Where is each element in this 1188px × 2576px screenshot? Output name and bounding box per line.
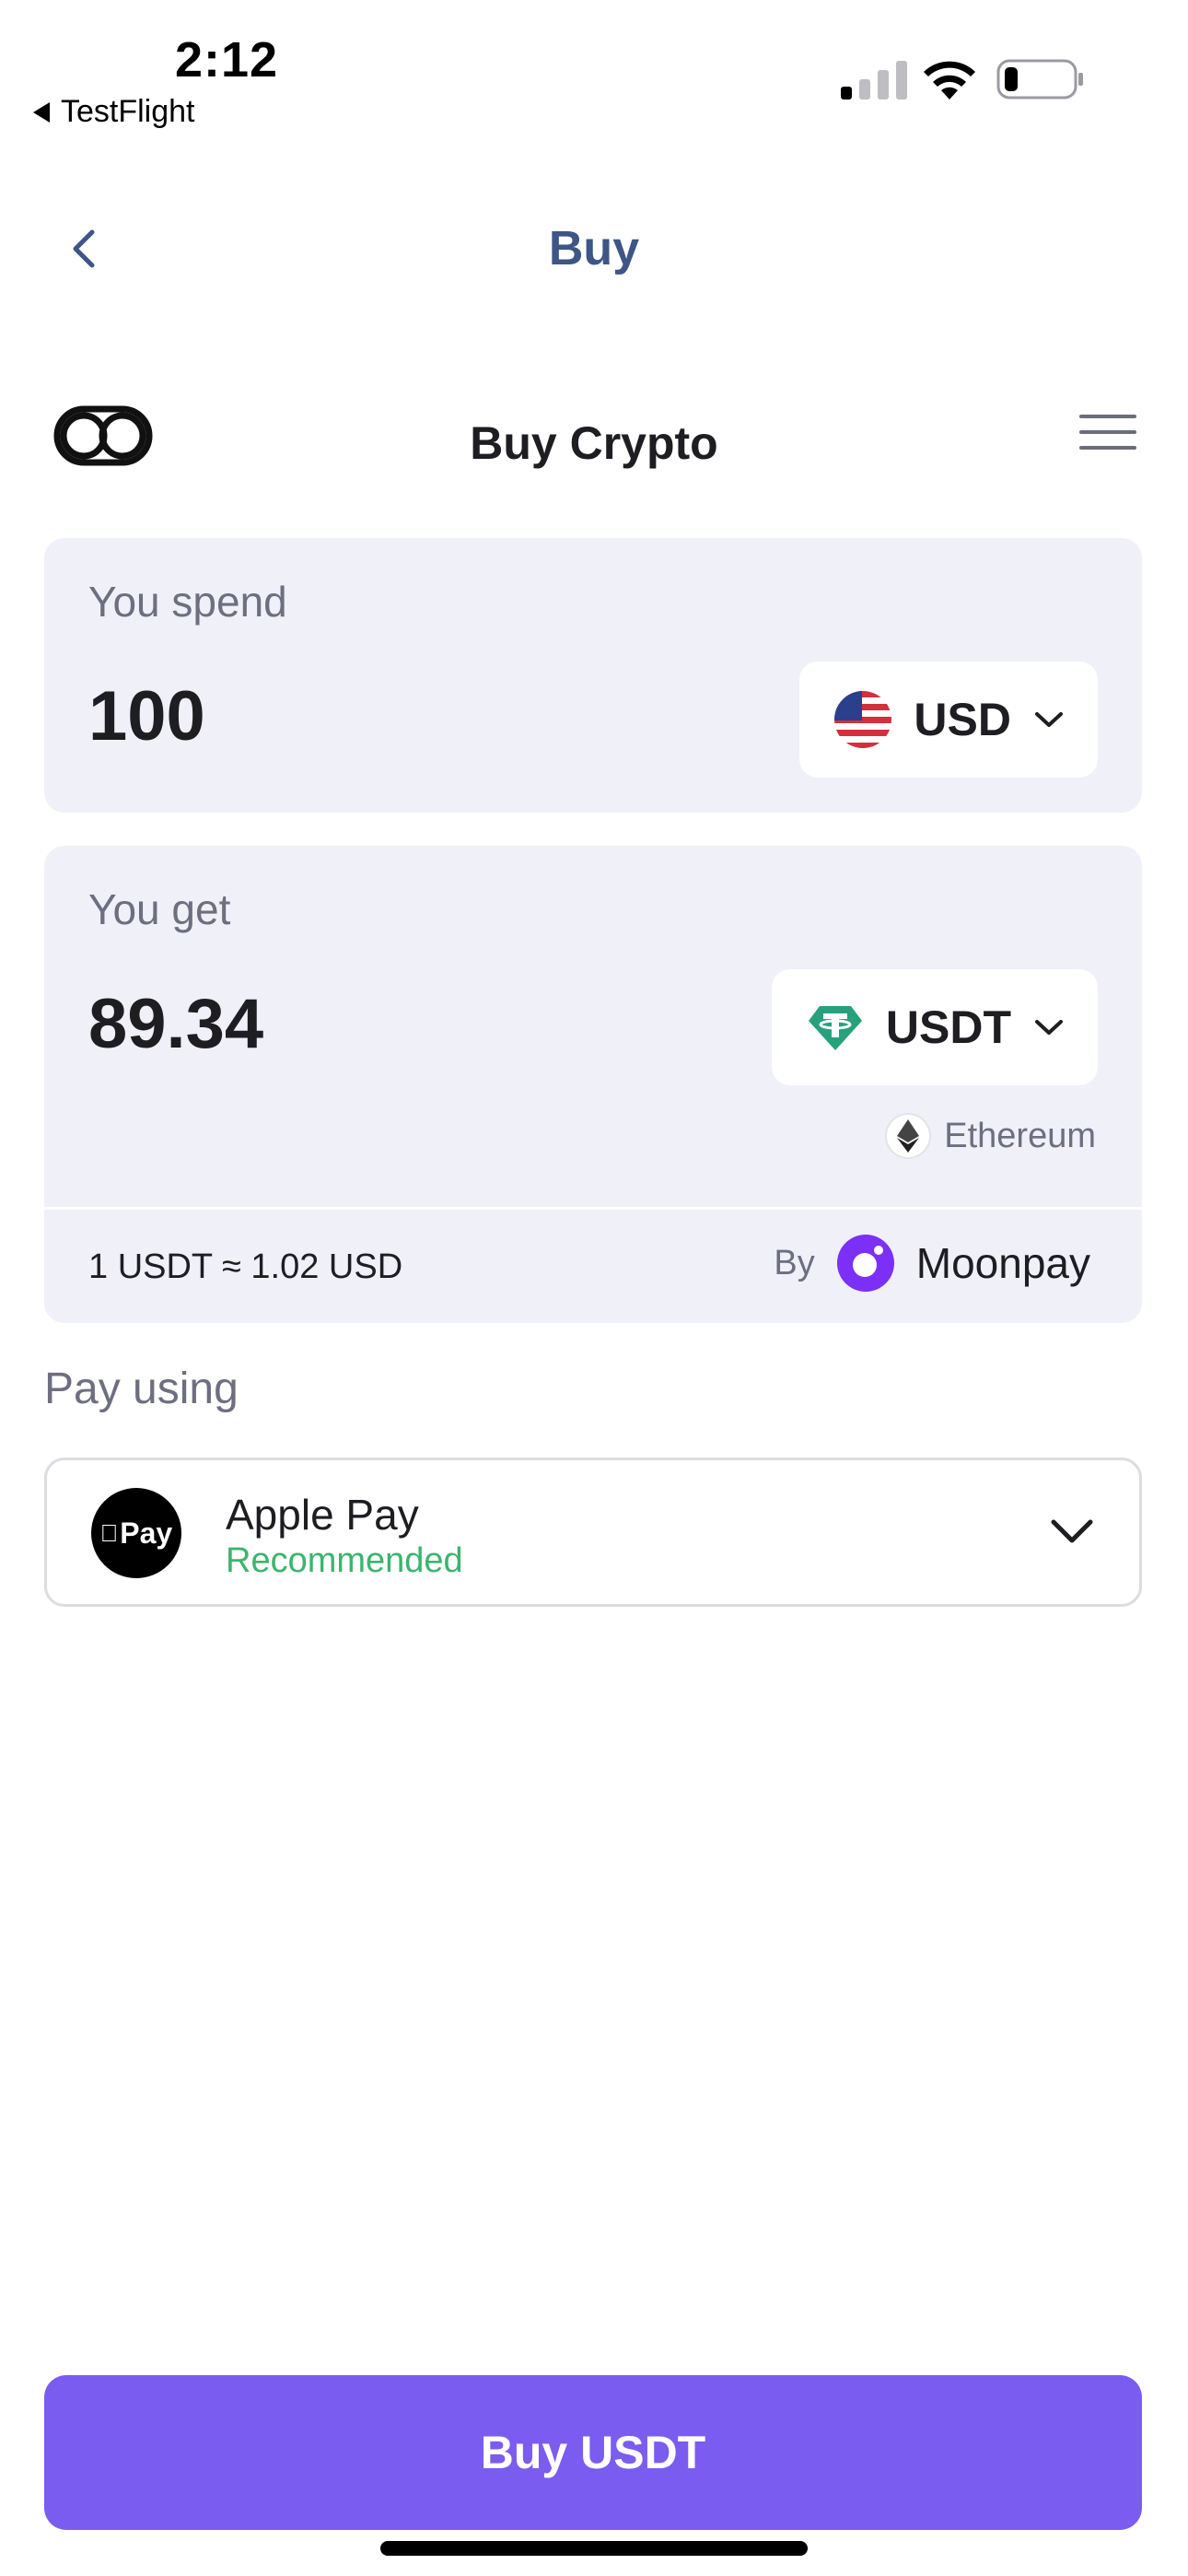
chevron-down-icon — [1035, 1020, 1063, 1035]
spend-card: You spend 100 USD — [44, 538, 1142, 813]
spend-amount-input[interactable]: 100 — [88, 676, 205, 756]
payment-method-name: Apple Pay — [226, 1491, 419, 1539]
pay-using-label: Pay using — [44, 1364, 239, 1413]
status-time: 2:12 — [175, 32, 279, 88]
network-name: Ethereum — [944, 1116, 1096, 1155]
page-title: Buy — [548, 222, 640, 275]
get-card: You get 89.34 USDT Ethereum 1 USDT ≈ 1.0… — [44, 846, 1142, 1323]
moonpay-logo-icon — [836, 1235, 894, 1292]
payment-method-select[interactable]: Pay Apple Pay Recommended — [44, 1458, 1142, 1607]
spend-label: You spend — [88, 578, 287, 626]
provider-name: Moonpay — [915, 1239, 1090, 1287]
network-label: Ethereum — [885, 1113, 1096, 1159]
back-app-label: TestFlight — [61, 94, 195, 129]
tether-icon — [808, 1006, 862, 1050]
chevron-down-icon — [1051, 1519, 1093, 1543]
home-indicator[interactable] — [380, 2541, 808, 2556]
get-currency-code: USDT — [885, 1001, 1011, 1053]
get-currency-select[interactable]: USDT — [771, 969, 1098, 1085]
provider-info[interactable]: By Moonpay — [774, 1235, 1090, 1292]
recommended-badge: Recommended — [226, 1541, 463, 1580]
wifi-icon — [924, 61, 975, 100]
spend-currency-select[interactable]: USD — [799, 662, 1098, 778]
buy-usdt-button[interactable]: Buy USDT — [44, 2375, 1142, 2530]
ethereum-icon — [885, 1113, 932, 1159]
get-label: You get — [88, 885, 231, 933]
cellular-signal-icon — [841, 61, 907, 100]
nav-header: Buy — [0, 184, 1188, 313]
back-to-app-link[interactable]: TestFlight — [33, 94, 195, 130]
widget-header: Buy Crypto — [0, 387, 1188, 498]
chevron-down-icon — [1035, 712, 1063, 727]
widget-title: Buy Crypto — [470, 417, 718, 469]
exchange-rate: 1 USDT ≈ 1.02 USD — [88, 1247, 403, 1286]
divider — [44, 1207, 1142, 1210]
back-triangle-icon — [33, 101, 50, 123]
apple-pay-icon: Pay — [91, 1488, 181, 1578]
battery-icon — [996, 59, 1083, 100]
by-label: By — [774, 1243, 815, 1282]
apple-pay-icon-text: Pay — [111, 1516, 172, 1550]
hamburger-menu-icon[interactable] — [1079, 415, 1136, 455]
spend-currency-code: USD — [914, 694, 1011, 745]
status-bar: 2:12 TestFlight — [0, 0, 1188, 138]
us-flag-icon — [834, 691, 892, 748]
get-amount: 89.34 — [88, 985, 264, 1063]
